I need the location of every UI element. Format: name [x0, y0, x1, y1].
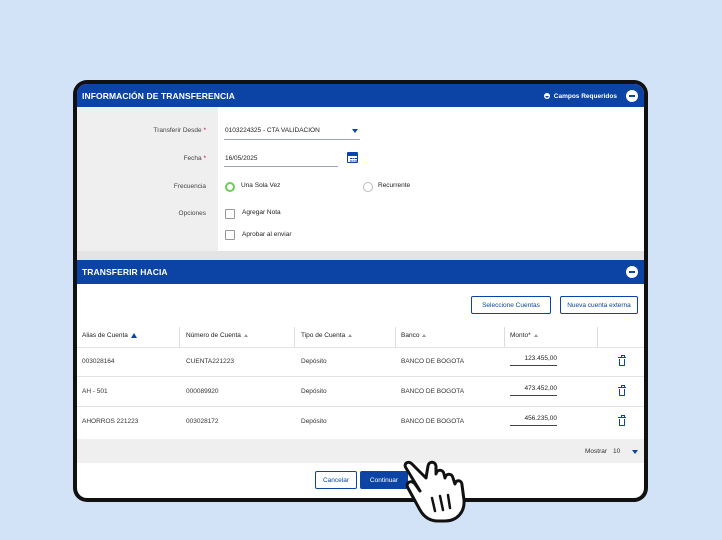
column-header-amount[interactable]: Monto*	[510, 332, 538, 339]
table-header-divider	[77, 347, 644, 348]
add-note-checkbox[interactable]	[225, 209, 235, 219]
collapse-icon[interactable]	[626, 266, 638, 278]
cell-account-type: Depósito	[301, 358, 327, 365]
cell-bank: BANCO DE BOGOTA	[401, 418, 465, 425]
approve-on-send-checkbox[interactable]	[225, 230, 235, 240]
transfer-info-form: Transferir Desde * 0103224325 - CTA VALI…	[77, 107, 644, 251]
cell-bank: BANCO DE BOGOTA	[401, 358, 465, 365]
transfer-info-header: INFORMACIÓN DE TRANSFERENCIA Campos Requ…	[77, 84, 644, 108]
cell-alias: AH - 501	[82, 388, 108, 395]
radio-recurring[interactable]	[363, 182, 373, 192]
cell-alias: AHORROS 221223	[82, 418, 139, 425]
column-separator	[294, 327, 295, 347]
continue-button[interactable]: Continuar	[360, 471, 408, 489]
table-footer: Mostrar 10	[77, 439, 644, 463]
row-divider	[77, 406, 644, 407]
chevron-down-icon[interactable]	[632, 450, 638, 454]
row-divider	[77, 376, 644, 377]
sort-up-icon[interactable]	[422, 334, 427, 337]
cell-account-type: Depósito	[301, 418, 327, 425]
required-fields-indicator: Campos Requeridos	[543, 90, 638, 102]
cell-account-number: 003028172	[186, 418, 219, 425]
date-input[interactable]: 16/05/2025	[225, 155, 258, 162]
column-separator	[395, 327, 396, 347]
section-divider	[77, 251, 644, 260]
cancel-button[interactable]: Cancelar	[315, 471, 357, 489]
app-screen: INFORMACIÓN DE TRANSFERENCIA Campos Requ…	[77, 84, 644, 498]
options-label: Opciones	[178, 210, 206, 217]
transfer-to-title: TRANSFERIR HACIA	[82, 267, 168, 277]
tablet-frame: INFORMACIÓN DE TRANSFERENCIA Campos Requ…	[73, 80, 648, 502]
date-underline	[224, 166, 338, 167]
hand-pointer-icon	[403, 460, 466, 523]
chevron-down-icon[interactable]	[352, 129, 358, 133]
sort-up-icon[interactable]	[348, 334, 353, 337]
trash-icon[interactable]	[618, 355, 626, 366]
column-separator	[597, 327, 598, 347]
trash-icon[interactable]	[618, 415, 626, 426]
add-note-label: Agregar Nota	[242, 209, 281, 216]
date-label: Fecha *	[183, 155, 206, 162]
transfer-info-title: INFORMACIÓN DE TRANSFERENCIA	[82, 91, 235, 101]
radio-one-time[interactable]	[225, 182, 235, 192]
cell-account-number: 000089920	[186, 388, 219, 395]
cell-account-type: Depósito	[301, 388, 327, 395]
amount-underline	[510, 365, 557, 366]
transfer-to-header-actions	[626, 266, 638, 278]
page-size-select[interactable]: 10	[613, 448, 620, 455]
trash-icon[interactable]	[618, 385, 626, 396]
cell-bank: BANCO DE BOGOTA	[401, 388, 465, 395]
amount-input[interactable]: 456.235,00	[510, 415, 557, 422]
cell-account-number: CUENTA221223	[186, 358, 234, 365]
sort-up-icon[interactable]	[243, 334, 248, 337]
new-external-account-button[interactable]: Nueva cuenta externa	[560, 296, 638, 314]
column-header-number[interactable]: Número de Cuenta	[186, 332, 248, 339]
amount-underline	[510, 395, 557, 396]
approve-on-send-label: Aprobar al enviar	[242, 231, 292, 238]
show-label: Mostrar	[585, 448, 608, 455]
column-separator	[179, 327, 180, 347]
sort-up-icon[interactable]	[533, 334, 538, 337]
amount-input[interactable]: 123.455,00	[510, 355, 557, 362]
transfer-to-header: TRANSFERIR HACIA	[77, 260, 644, 284]
select-accounts-button[interactable]: Seleccione Cuentas	[471, 296, 551, 314]
transfer-from-label: Transferir Desde *	[153, 127, 206, 134]
radio-recurring-label: Recurrente	[378, 182, 411, 189]
radio-one-time-label: Una Sola Vez	[241, 182, 281, 189]
cell-alias: 003028164	[82, 358, 115, 365]
column-header-alias[interactable]: Alias de Cuenta	[82, 332, 137, 339]
amount-input[interactable]: 473.452,00	[510, 385, 557, 392]
column-header-bank[interactable]: Banco	[401, 332, 427, 339]
sort-up-icon[interactable]	[130, 333, 137, 338]
chevron-down-icon	[543, 93, 550, 99]
amount-underline	[510, 425, 557, 426]
column-separator	[504, 327, 505, 347]
transfer-from-select[interactable]: 0103224325 - CTA VALIDACION	[225, 127, 320, 134]
frequency-label: Frecuencia	[173, 183, 206, 190]
required-fields-label: Campos Requeridos	[553, 92, 617, 100]
collapse-icon[interactable]	[626, 90, 638, 102]
calendar-icon[interactable]	[347, 152, 358, 163]
column-header-type[interactable]: Tipo de Cuenta	[301, 332, 353, 339]
transfer-from-underline	[224, 139, 360, 140]
